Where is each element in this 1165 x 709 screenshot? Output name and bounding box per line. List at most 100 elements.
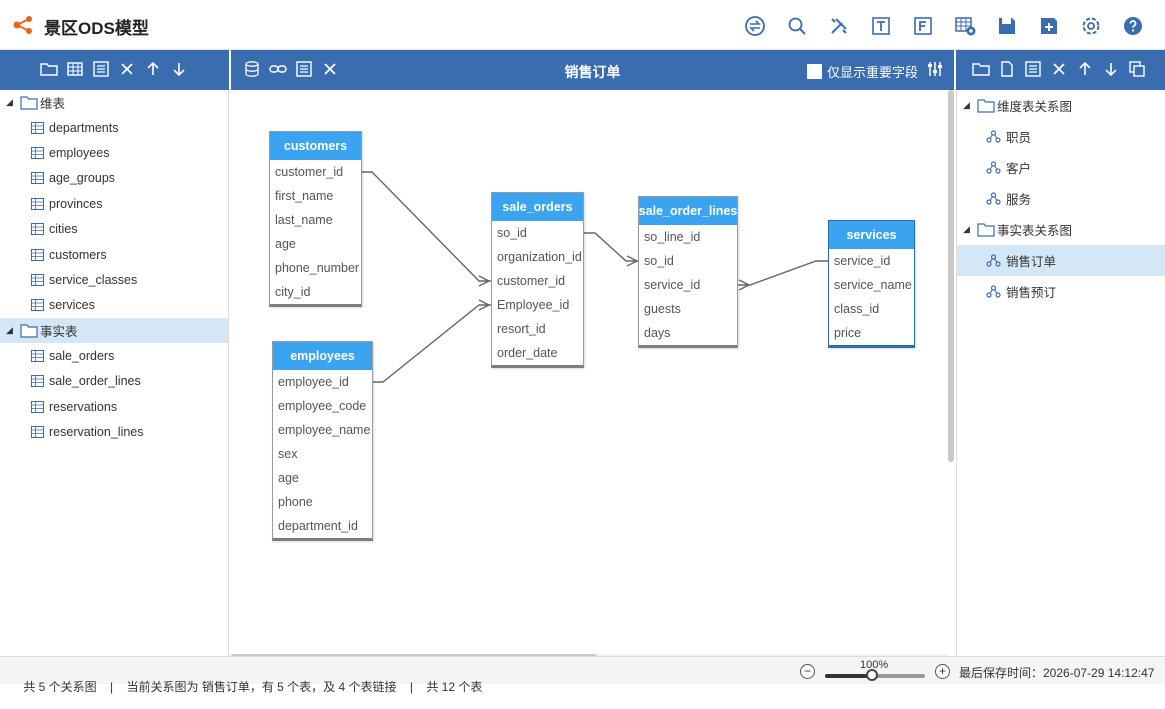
table-icon (67, 62, 83, 76)
important-fields-checkbox[interactable]: 仅显示重要字段 (807, 62, 918, 81)
close-icon (1053, 63, 1065, 75)
tree-item-customers[interactable]: customers (0, 242, 228, 267)
copy-icon (1129, 61, 1145, 77)
help-button[interactable] (1119, 12, 1147, 40)
tree-item-services[interactable]: services (0, 293, 228, 318)
relation-icon (986, 161, 1001, 174)
entity-field: organization_id (497, 250, 582, 264)
tree-item-label: reservations (49, 399, 118, 414)
collapse-triangle-icon[interactable]: ◢ (6, 97, 16, 108)
entity-field: price (834, 326, 862, 340)
diagram-item-service[interactable]: 服务 (957, 183, 1165, 214)
canvas-vertical-scrollbar[interactable] (948, 90, 954, 462)
dimension-table-list: departments employees age_groups provinc… (0, 115, 228, 318)
new-folder-button[interactable] (972, 60, 990, 78)
entity-sale-order-lines[interactable]: sale_order_lines so_line_id so_id servic… (638, 196, 738, 348)
tree-item-sale-order-lines[interactable]: sale_order_lines (0, 369, 228, 394)
table-icon (31, 425, 44, 438)
diagram-item-staff[interactable]: 职员 (957, 121, 1165, 152)
logo-icon (13, 16, 32, 34)
tree-group-fact[interactable]: ◢ 事实表 (0, 318, 228, 344)
diagram-toolbar: 销售订单 仅显示重要字段 (231, 50, 954, 90)
entity-title: employees (273, 342, 372, 370)
tree-item-reservation-lines[interactable]: reservation_lines (0, 419, 228, 444)
copy-button[interactable] (1128, 60, 1146, 78)
table-icon (31, 274, 44, 287)
link-customers-sale-orders[interactable] (362, 171, 491, 287)
table-icon (31, 248, 44, 261)
table-icon (31, 147, 44, 160)
save-as-icon (1041, 18, 1057, 34)
zoom-in-button[interactable]: + (935, 664, 950, 679)
zoom-out-button[interactable]: − (800, 664, 815, 679)
link-employees-sale-orders[interactable] (373, 299, 491, 383)
save-as-button[interactable] (1035, 12, 1063, 40)
table-icon (31, 375, 44, 388)
diagram-item-sales-orders[interactable]: 销售订单 (957, 245, 1165, 276)
collapse-triangle-icon[interactable]: ◢ (963, 224, 973, 235)
status-current-diagram: 当前关系图为 销售订单，有 5 个表，及 4 个表链接 (126, 680, 397, 694)
exchange-button[interactable] (741, 12, 769, 40)
move-down-button[interactable] (170, 60, 188, 78)
close-diagram-button[interactable] (321, 60, 339, 78)
link-sale-orders-lines[interactable] (583, 232, 639, 267)
list-view-button[interactable] (295, 60, 313, 78)
table-icon (31, 223, 44, 236)
tree-item-service-classes[interactable]: service_classes (0, 267, 228, 292)
link-lines-services[interactable] (738, 260, 828, 291)
tree-item-label: employees (49, 146, 110, 161)
checkbox-box[interactable] (807, 64, 822, 79)
tree-group-dimension[interactable]: ◢ 维表 (0, 90, 228, 115)
save-button[interactable] (993, 12, 1021, 40)
diagram-canvas[interactable]: customers customer_id first_name last_na… (231, 90, 954, 656)
text-f-button[interactable] (909, 12, 937, 40)
collapse-triangle-icon[interactable]: ◢ (963, 100, 973, 111)
table-icon (31, 121, 44, 134)
tree-group-dimension-diagrams[interactable]: ◢ 维度表关系图 (957, 90, 1165, 121)
entity-sale-orders[interactable]: sale_orders so_id organization_id custom… (491, 192, 584, 368)
tree-item-sale-orders[interactable]: sale_orders (0, 343, 228, 368)
collapse-triangle-icon[interactable]: ◢ (6, 325, 16, 336)
list-button[interactable] (92, 60, 110, 78)
entity-title: sale_orders (492, 193, 583, 221)
diagram-settings-button[interactable] (926, 60, 944, 78)
tools-button[interactable] (825, 12, 853, 40)
entity-customers[interactable]: customers customer_id first_name last_na… (269, 131, 362, 307)
diagram-item-label: 职员 (1006, 131, 1032, 145)
new-folder-button[interactable] (40, 60, 58, 78)
table-icon (31, 299, 44, 312)
database-button[interactable] (243, 60, 261, 78)
text-t-button[interactable] (867, 12, 895, 40)
tree-group-fact-diagrams[interactable]: ◢ 事实表关系图 (957, 214, 1165, 245)
tree-item-cities[interactable]: cities (0, 217, 228, 242)
folder-icon (20, 324, 38, 338)
settings-button[interactable] (1077, 12, 1105, 40)
tree-item-reservations[interactable]: reservations (0, 394, 228, 419)
list-button[interactable] (1024, 60, 1042, 78)
relation-icon (986, 130, 1001, 143)
link-button[interactable] (269, 60, 287, 78)
new-diagram-button[interactable] (998, 60, 1016, 78)
tree-item-age-groups[interactable]: age_groups (0, 166, 228, 191)
entity-field: class_id (834, 302, 880, 316)
move-up-button[interactable] (1076, 60, 1094, 78)
tree-item-provinces[interactable]: provinces (0, 191, 228, 216)
entity-employees[interactable]: employees employee_id employee_code empl… (272, 341, 373, 541)
folder-icon (40, 63, 58, 76)
tree-item-employees[interactable]: employees (0, 140, 228, 165)
delete-button[interactable] (1050, 60, 1068, 78)
move-up-button[interactable] (144, 60, 162, 78)
add-table-button[interactable] (951, 12, 979, 40)
entity-field: employee_name (278, 423, 371, 437)
diagram-item-customer[interactable]: 客户 (957, 152, 1165, 183)
move-down-button[interactable] (1102, 60, 1120, 78)
entity-services[interactable]: services service_id service_name class_i… (828, 220, 915, 348)
diagram-item-sales-reservations[interactable]: 销售预订 (957, 276, 1165, 307)
table-tree: ◢ 维表 departments employees age_groups pr… (0, 90, 229, 656)
entity-field: age (278, 471, 299, 485)
tree-item-departments[interactable]: departments (0, 115, 228, 140)
entity-field: phone (278, 495, 313, 509)
delete-button[interactable] (118, 60, 136, 78)
new-table-button[interactable] (66, 60, 84, 78)
search-button[interactable] (783, 12, 811, 40)
